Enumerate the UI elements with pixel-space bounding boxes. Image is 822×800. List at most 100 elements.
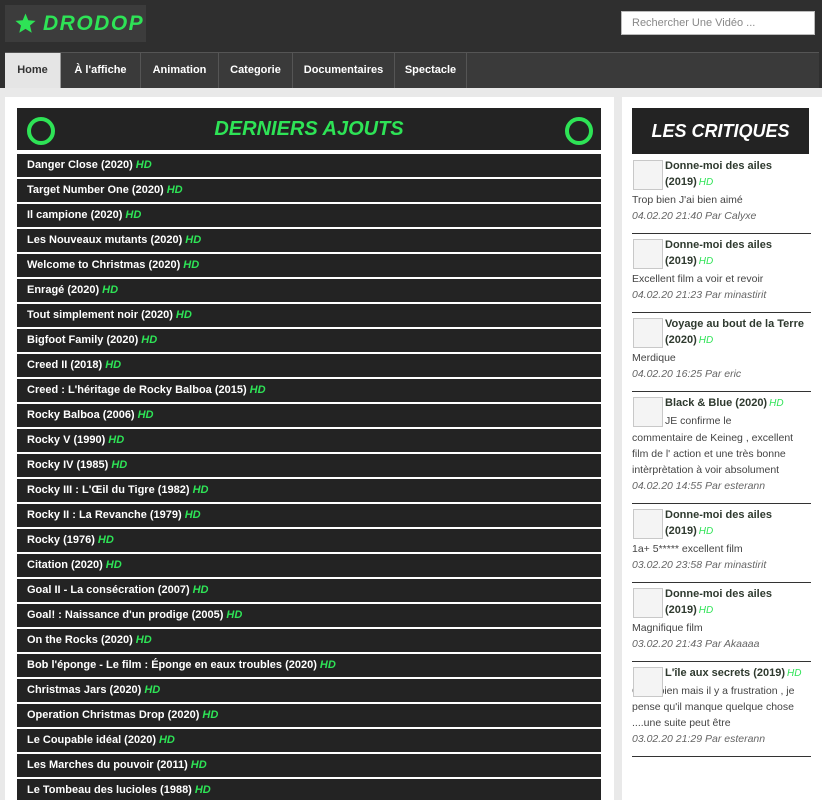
avatar bbox=[633, 318, 663, 348]
review-movie-title[interactable]: Donne-moi des ailes (2019) bbox=[665, 509, 772, 537]
movie-title[interactable]: Goal II - La consécration (2007) bbox=[27, 584, 190, 596]
logo-text: DRODOP bbox=[43, 11, 145, 35]
review-movie-link[interactable]: Donne-moi des ailes (2019) HD bbox=[665, 586, 811, 619]
movie-row[interactable]: Creed II (2018) HD bbox=[17, 354, 601, 377]
movie-row[interactable]: Bigfoot Family (2020) HD bbox=[17, 329, 601, 352]
nav-home[interactable]: Home bbox=[5, 53, 61, 88]
movie-row[interactable]: Target Number One (2020) HD bbox=[17, 179, 601, 202]
movie-title[interactable]: Il campione (2020) bbox=[27, 209, 122, 221]
movie-row[interactable]: Les Marches du pouvoir (2011) HD bbox=[17, 754, 601, 777]
review-movie-link[interactable]: Donne-moi des ailes (2019) HD bbox=[665, 158, 811, 191]
section-title: DERNIERS AJOUTS bbox=[214, 118, 404, 140]
review-meta: 04.02.20 14:55 Par esterann bbox=[632, 480, 766, 492]
movie-row[interactable]: Citation (2020) HD bbox=[17, 554, 601, 577]
avatar bbox=[633, 509, 663, 539]
review-item: Voyage au bout de la Terre (2020) HD Merdi… bbox=[632, 313, 811, 392]
review-meta: 03.02.20 21:29 Par esterann bbox=[632, 733, 766, 745]
avatar bbox=[633, 588, 663, 618]
movie-row[interactable]: Le Tombeau des lucioles (1988) HD bbox=[17, 779, 601, 800]
review-movie-link[interactable]: Black & Blue (2020) HD bbox=[665, 395, 811, 412]
movie-row[interactable]: Les Nouveaux mutants (2020) HD bbox=[17, 229, 601, 252]
movie-title[interactable]: Creed II (2018) bbox=[27, 359, 102, 371]
movie-title[interactable]: Rocky (1976) bbox=[27, 534, 95, 546]
movie-title[interactable]: Welcome to Christmas (2020) bbox=[27, 259, 180, 271]
nav-categorie[interactable]: Categorie bbox=[219, 53, 293, 88]
movie-title[interactable]: Rocky III : L'Œil du Tigre (1982) bbox=[27, 484, 190, 496]
movie-row[interactable]: Welcome to Christmas (2020) HD bbox=[17, 254, 601, 277]
movie-title[interactable]: Bigfoot Family (2020) bbox=[27, 334, 138, 346]
movie-row[interactable]: Rocky IV (1985) HD bbox=[17, 454, 601, 477]
nav-animation[interactable]: Animation bbox=[141, 53, 219, 88]
movie-title[interactable]: Enragé (2020) bbox=[27, 284, 99, 296]
review-meta: 03.02.20 21:43 Par Akaaaa bbox=[632, 638, 760, 650]
movie-row[interactable]: Rocky III : L'Œil du Tigre (1982) HD bbox=[17, 479, 601, 502]
movie-title[interactable]: Goal! : Naissance d'un prodige (2005) bbox=[27, 609, 223, 621]
movie-title[interactable]: Operation Christmas Drop (2020) bbox=[27, 709, 199, 721]
movie-row[interactable]: Christmas Jars (2020) HD bbox=[17, 679, 601, 702]
movie-title[interactable]: Le Tombeau des lucioles (1988) bbox=[27, 784, 192, 796]
hd-badge: HD bbox=[125, 209, 142, 221]
movie-title[interactable]: Danger Close (2020) bbox=[27, 159, 133, 171]
site-logo[interactable]: DRODOP bbox=[5, 5, 146, 42]
review-movie-link[interactable]: L'île aux secrets (2019) HD bbox=[665, 665, 811, 682]
movie-row[interactable]: Il campione (2020) HD bbox=[17, 204, 601, 227]
movie-row[interactable]: Goal II - La consécration (2007) HD bbox=[17, 579, 601, 602]
movie-row[interactable]: Rocky V (1990) HD bbox=[17, 429, 601, 452]
review-text: 1a+ 5***** excellent film bbox=[632, 543, 743, 555]
movie-row[interactable]: Rocky (1976) HD bbox=[17, 529, 601, 552]
movie-title[interactable]: Target Number One (2020) bbox=[27, 184, 164, 196]
movie-row[interactable]: Le Coupable idéal (2020) HD bbox=[17, 729, 601, 752]
movie-title[interactable]: Tout simplement noir (2020) bbox=[27, 309, 173, 321]
movie-title[interactable]: Bob l'éponge - Le film : Éponge en eaux … bbox=[27, 659, 317, 671]
movie-title[interactable]: Christmas Jars (2020) bbox=[27, 684, 141, 696]
review-movie-title[interactable]: Black & Blue (2020) bbox=[665, 397, 767, 409]
review-movie-link[interactable]: Voyage au bout de la Terre (2020) HD bbox=[665, 316, 811, 349]
movie-row[interactable]: Enragé (2020) HD bbox=[17, 279, 601, 302]
nav-spectacle[interactable]: Spectacle bbox=[395, 53, 467, 88]
avatar bbox=[633, 397, 663, 427]
hd-badge: HD bbox=[97, 534, 114, 546]
nav-a-l-affiche[interactable]: À l'affiche bbox=[61, 53, 141, 88]
movie-row[interactable]: Danger Close (2020) HD bbox=[17, 154, 601, 177]
movie-title[interactable]: Le Coupable idéal (2020) bbox=[27, 734, 156, 746]
search-input[interactable] bbox=[621, 11, 815, 35]
hd-badge: HD bbox=[135, 634, 152, 646]
movie-row[interactable]: Tout simplement noir (2020) HD bbox=[17, 304, 601, 327]
hd-badge: HD bbox=[135, 159, 152, 171]
hd-badge: HD bbox=[192, 484, 209, 496]
hd-badge: HD bbox=[175, 309, 192, 321]
movie-title[interactable]: Rocky IV (1985) bbox=[27, 459, 108, 471]
movie-title[interactable]: Creed : L'héritage de Rocky Balboa (2015… bbox=[27, 384, 247, 396]
hd-badge: HD bbox=[111, 459, 128, 471]
movie-row[interactable]: Goal! : Naissance d'un prodige (2005) HD bbox=[17, 604, 601, 627]
nav-documentaires[interactable]: Documentaires bbox=[293, 53, 395, 88]
movie-title[interactable]: Citation (2020) bbox=[27, 559, 103, 571]
hd-badge: HD bbox=[166, 184, 183, 196]
hd-badge: HD bbox=[698, 526, 714, 537]
hd-badge: HD bbox=[144, 684, 161, 696]
hd-badge: HD bbox=[698, 335, 714, 346]
review-movie-title[interactable]: Voyage au bout de la Terre (2020) bbox=[665, 318, 804, 346]
movie-row[interactable]: Bob l'éponge - Le film : Éponge en eaux … bbox=[17, 654, 601, 677]
movie-row[interactable]: Creed : L'héritage de Rocky Balboa (2015… bbox=[17, 379, 601, 402]
review-movie-title[interactable]: Donne-moi des ailes (2019) bbox=[665, 239, 772, 267]
movie-title[interactable]: Rocky Balboa (2006) bbox=[27, 409, 135, 421]
review-movie-title[interactable]: Donne-moi des ailes (2019) bbox=[665, 160, 772, 188]
review-movie-link[interactable]: Donne-moi des ailes (2019) HD bbox=[665, 237, 811, 270]
movie-row[interactable]: Rocky II : La Revanche (1979) HD bbox=[17, 504, 601, 527]
movie-row[interactable]: Rocky Balboa (2006) HD bbox=[17, 404, 601, 427]
movie-row[interactable]: Operation Christmas Drop (2020) HD bbox=[17, 704, 601, 727]
hd-badge: HD bbox=[185, 234, 202, 246]
movie-title[interactable]: Les Marches du pouvoir (2011) bbox=[27, 759, 188, 771]
review-movie-title[interactable]: Donne-moi des ailes (2019) bbox=[665, 588, 772, 616]
review-movie-title[interactable]: L'île aux secrets (2019) bbox=[665, 667, 785, 679]
review-movie-link[interactable]: Donne-moi des ailes (2019) HD bbox=[665, 507, 811, 540]
avatar bbox=[633, 667, 663, 697]
hd-badge: HD bbox=[249, 384, 266, 396]
movie-title[interactable]: Rocky V (1990) bbox=[27, 434, 105, 446]
movie-title[interactable]: Rocky II : La Revanche (1979) bbox=[27, 509, 182, 521]
movie-title[interactable]: Les Nouveaux mutants (2020) bbox=[27, 234, 182, 246]
movie-title[interactable]: On the Rocks (2020) bbox=[27, 634, 133, 646]
movie-row[interactable]: On the Rocks (2020) HD bbox=[17, 629, 601, 652]
hd-badge: HD bbox=[190, 759, 207, 771]
